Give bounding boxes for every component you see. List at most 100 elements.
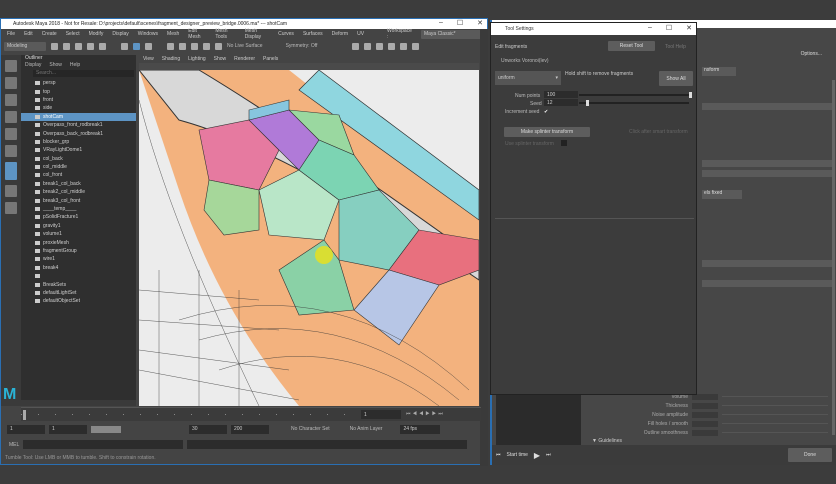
distribution-dropdown[interactable]: uniform ▾ [495,71,561,85]
four-view-layout-icon[interactable] [5,185,17,197]
start-time-field[interactable]: 1 [7,424,45,434]
render-icon[interactable] [352,42,360,50]
outliner-menu-show[interactable]: Show [49,62,62,69]
outliner-item[interactable]: front [21,96,136,104]
snap-curve-icon[interactable] [179,42,186,50]
ipr-render-icon[interactable] [364,42,372,50]
parameter-field[interactable] [692,429,718,436]
menu-curves[interactable]: Curves [278,31,294,37]
outliner-scrollbar[interactable] [21,400,136,406]
save-scene-icon[interactable] [75,42,82,50]
viewport-toolbar[interactable] [139,63,479,70]
outliner-item[interactable]: break4 [21,264,136,272]
outliner-item[interactable]: break2_col_middle [21,188,136,196]
play-icon[interactable]: ▶ [534,451,540,460]
outliner-menu-display[interactable]: Display [25,62,41,69]
outliner-item[interactable]: proxieMesh [21,238,136,246]
menu-modify[interactable]: Modify [89,31,104,37]
rotate-tool-icon[interactable] [5,128,17,140]
end-time-field[interactable]: 200 [231,424,269,434]
fragment-scrollbar[interactable] [832,80,835,435]
maximize-icon[interactable]: ☐ [457,19,463,27]
menu-deform[interactable]: Deform [332,31,348,37]
menu-mesh[interactable]: Mesh [167,31,179,37]
outliner-item[interactable]: wire1 [21,255,136,263]
select-hierarchy-icon[interactable] [121,42,128,50]
seed-slider[interactable] [579,100,689,106]
menu-display[interactable]: Display [112,31,128,37]
select-object-icon[interactable] [133,42,140,50]
mel-label[interactable]: MEL [9,442,19,448]
range-slider-bar[interactable] [91,425,121,433]
parameter-field[interactable] [692,402,718,409]
slider-handle[interactable] [585,100,589,106]
num-points-slider[interactable] [579,92,692,98]
outliner-item[interactable]: Overpass_front_rodbreak1 [21,121,136,129]
outliner-item[interactable]: persp [21,79,136,87]
parameter-field[interactable] [692,420,718,427]
menu-file[interactable]: File [7,31,15,37]
outliner-item[interactable] [21,272,136,280]
outliner-item[interactable]: blocker_grp [21,138,136,146]
outliner-item[interactable]: BreakSets [21,280,136,288]
redo-icon[interactable] [99,42,106,50]
outliner-item[interactable]: break1_col_back [21,180,136,188]
viewport-3d[interactable]: View Shading Lighting Show Renderer Panels [139,55,479,406]
outliner-item[interactable]: Overpass_back_rodbreak1 [21,129,136,137]
outliner-menu-help[interactable]: Help [70,62,80,69]
vp-menu-renderer[interactable]: Renderer [234,56,255,62]
snap-surface-icon[interactable] [215,42,222,50]
outliner-search-input[interactable]: Search... [33,70,134,77]
paint-select-icon[interactable] [5,94,17,106]
snap-grid-icon[interactable] [167,42,174,50]
hypershade-icon[interactable] [388,42,396,50]
playback-end-field[interactable]: 30 [189,424,227,434]
outliner-item[interactable]: volume1 [21,230,136,238]
make-splinter-button[interactable]: Make splinter transform [504,127,590,137]
maximize-icon[interactable]: ☐ [666,24,672,32]
parameter-slider[interactable] [722,396,828,397]
vp-menu-show[interactable]: Show [214,56,227,62]
minimize-icon[interactable]: – [648,24,652,32]
reset-tool-button[interactable]: Reset Tool [608,41,655,51]
current-frame-field[interactable]: 1 [361,410,401,419]
num-points-field[interactable]: 100 [544,91,578,98]
lasso-tool-icon[interactable] [5,77,17,89]
snap-point-icon[interactable] [191,42,198,50]
outliner-item[interactable]: VRayLightDome1 [21,146,136,154]
playback-start-field[interactable]: 1 [49,424,87,434]
symmetry-setting[interactable]: Symmetry: Off [286,43,318,49]
options-link[interactable]: Options... [801,51,822,57]
menu-edit[interactable]: Edit [24,31,33,37]
live-surface[interactable]: No Live Surface [227,43,263,49]
minimize-icon[interactable]: – [439,19,443,27]
outliner-item[interactable]: break3_col_front [21,196,136,204]
select-tool-icon[interactable] [5,60,17,72]
channel-box-icon[interactable] [412,42,420,50]
vp-menu-shading[interactable]: Shading [162,56,180,62]
current-time-marker[interactable] [23,410,26,420]
outliner-item[interactable]: pSolidFracture1 [21,213,136,221]
new-scene-icon[interactable] [51,42,58,50]
step-forward-icon[interactable]: ⏭ [546,452,551,458]
increment-seed-checkbox[interactable]: ✔ [544,109,548,115]
move-tool-icon[interactable] [5,111,17,123]
use-splinter-checkbox[interactable] [561,140,567,146]
outliner-item[interactable]: side [21,104,136,112]
close-icon[interactable]: ✕ [477,19,483,27]
mode-dropdown[interactable]: Modeling [4,41,46,51]
undo-icon[interactable] [87,42,94,50]
vp-menu-panels[interactable]: Panels [263,56,278,62]
outliner-item[interactable]: defaultLightSet [21,289,136,297]
close-icon[interactable]: ✕ [686,24,692,32]
parameter-slider[interactable] [722,432,828,433]
done-button[interactable]: Done [788,448,832,462]
seed-field[interactable]: 12 [544,99,578,106]
mel-input[interactable] [23,440,184,449]
parameter-slider[interactable] [722,423,828,424]
fps-dropdown[interactable]: 24 fps [400,424,441,434]
menu-uv[interactable]: UV [357,31,364,37]
rewind-icon[interactable]: ⏮ [496,452,501,458]
parameter-slider[interactable] [722,405,828,406]
character-set-dropdown[interactable]: No Character Set [291,426,330,432]
